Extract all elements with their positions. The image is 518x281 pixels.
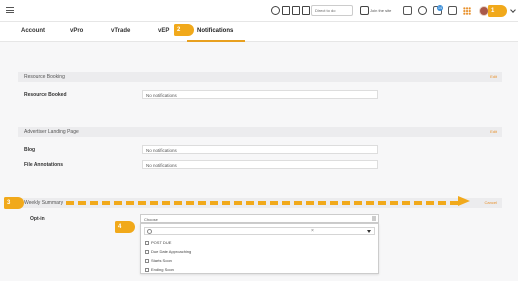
field-value-resource-booked[interactable]: No notifications: [142, 90, 378, 99]
clear-icon[interactable]: ×: [311, 228, 314, 234]
help-icon[interactable]: [418, 6, 427, 15]
video-icon[interactable]: [403, 6, 412, 15]
trash-icon[interactable]: [302, 6, 310, 15]
cancel-link[interactable]: Cancel: [485, 200, 497, 205]
opt-in-select[interactable]: Choose: [140, 214, 379, 223]
tab-vep[interactable]: vEP: [158, 28, 169, 34]
dropdown-option[interactable]: POST DUE: [145, 240, 171, 245]
hamburger-menu-icon[interactable]: [6, 7, 14, 15]
field-label-opt-in: Opt-in: [30, 216, 45, 222]
mail-icon[interactable]: [448, 6, 457, 15]
search-input[interactable]: Direct to do: [311, 5, 353, 16]
annotation-marker-4: 4: [115, 221, 135, 233]
calendar-icon[interactable]: [282, 6, 290, 15]
diamond-icon[interactable]: [360, 6, 369, 15]
checkbox-icon[interactable]: [145, 258, 149, 263]
checkbox-icon[interactable]: [145, 267, 149, 272]
tab-vtrade[interactable]: vTrade: [111, 28, 130, 34]
annotation-dashed-line: [66, 201, 458, 205]
annotation-marker-2: 2: [174, 24, 194, 36]
notification-badge: 14: [437, 5, 443, 11]
edit-link[interactable]: Edit: [490, 129, 497, 134]
edit-link[interactable]: Edit: [490, 74, 497, 79]
top-bar: Direct to do Join the site 14: [0, 0, 518, 22]
join-link[interactable]: Join the site: [370, 8, 391, 13]
annotation-arrow-icon: [458, 196, 470, 206]
annotation-marker-3: 3: [4, 197, 24, 209]
nav-tabs: Account vPro vTrade vEP Notifications: [0, 22, 518, 42]
dropdown-option[interactable]: Starts Soon: [145, 258, 172, 263]
section-advertiser-landing: Advertiser Landing Page Edit: [18, 127, 502, 137]
section-resource-booking: Resource Booking Edit: [18, 72, 502, 82]
field-label-file-annotations: File Annotations: [24, 162, 63, 168]
chevron-down-icon[interactable]: [510, 7, 516, 13]
radio-icon[interactable]: [147, 229, 152, 234]
annotation-marker-1: 1: [488, 5, 507, 17]
apps-grid-icon[interactable]: [463, 7, 471, 15]
tab-account[interactable]: Account: [21, 28, 45, 34]
dropdown-option[interactable]: Ending Soon: [145, 267, 174, 272]
field-value-blog[interactable]: No notifications: [142, 145, 378, 154]
field-label-blog: Blog: [24, 147, 36, 153]
clock-icon[interactable]: [271, 6, 280, 15]
dropdown-search-input[interactable]: ×: [144, 227, 375, 235]
caret-down-icon[interactable]: [367, 230, 371, 233]
tab-notifications[interactable]: Notifications: [197, 28, 233, 34]
field-label-resource-booked: Resource Booked: [24, 92, 67, 98]
dropdown-option[interactable]: Due Date Approaching: [145, 249, 191, 254]
select-value: Choose: [144, 217, 158, 222]
checkbox-icon[interactable]: [145, 240, 149, 245]
checkbox-icon[interactable]: [145, 249, 149, 254]
lock-icon[interactable]: [292, 6, 300, 15]
section-title: Resource Booking: [24, 74, 65, 80]
section-title: Advertiser Landing Page: [24, 129, 79, 135]
section-title: Weekly Summary: [24, 200, 64, 206]
select-arrow-icon[interactable]: [372, 216, 376, 221]
opt-in-dropdown: × POST DUE Due Date Approaching Starts S…: [140, 223, 379, 274]
field-value-file-annotations[interactable]: No notifications: [142, 160, 378, 169]
tab-vpro[interactable]: vPro: [70, 28, 83, 34]
